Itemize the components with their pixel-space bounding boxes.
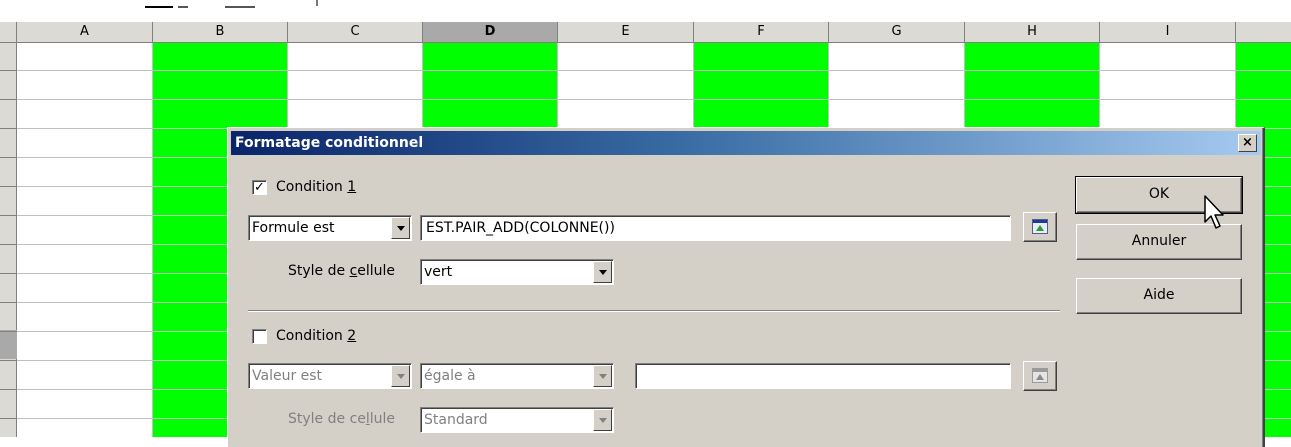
row-header-divider <box>0 302 17 303</box>
column-header-g[interactable]: G <box>829 22 965 43</box>
row-gridline <box>17 70 1291 71</box>
condition-2-label-text: Condition <box>276 328 348 344</box>
row-header-divider <box>0 389 17 390</box>
condition-2-style-label: Style de cellule <box>288 411 395 427</box>
condition-1-checkbox[interactable]: ✓ <box>252 180 267 195</box>
condition-1-label[interactable]: Condition 1 <box>276 179 356 195</box>
column-header-e[interactable]: E <box>558 22 694 43</box>
condition-1-style-select[interactable]: vert <box>420 259 614 285</box>
condition-1-style-value: vert <box>424 264 453 280</box>
row-header-divider <box>0 157 17 158</box>
condition-separator <box>248 310 1060 312</box>
condition-2-style-label-text: Style de ce <box>288 411 366 427</box>
condition-2-operator-select[interactable]: égale à <box>420 363 614 389</box>
row-header-divider <box>0 418 17 419</box>
condition-2-style-value: Standard <box>424 412 488 428</box>
chevron-down-icon[interactable] <box>593 261 612 283</box>
condition-2-shrink-button[interactable] <box>1023 361 1057 391</box>
close-button[interactable]: × <box>1238 134 1257 152</box>
condition-1-label-text: Condition <box>276 179 348 195</box>
condition-2-label-accesskey: 2 <box>347 328 357 344</box>
help-button[interactable]: Aide <box>1076 278 1242 314</box>
condition-2-checkbox[interactable] <box>252 329 267 344</box>
column-header-b[interactable]: B <box>153 22 288 43</box>
dialog-titlebar[interactable]: Formatage conditionnel × <box>231 131 1261 155</box>
row-header-divider <box>0 273 17 274</box>
condition-2-style-label-rest: lule <box>369 411 396 427</box>
condition-1-formula-value: EST.PAIR_ADD(COLONNE()) <box>426 220 615 236</box>
row-header-divider <box>0 70 17 71</box>
condition-2-label[interactable]: Condition 2 <box>276 328 356 344</box>
column-header-h[interactable]: H <box>965 22 1100 43</box>
mouse-pointer-icon <box>1204 195 1224 229</box>
column-header-c[interactable]: C <box>288 22 423 43</box>
condition-1-shrink-button[interactable] <box>1023 212 1057 242</box>
conditional-formatting-dialog: Formatage conditionnel × ✓ Condition 1 F… <box>227 127 1265 447</box>
chevron-down-icon[interactable] <box>593 409 612 431</box>
column-header-a[interactable]: A <box>17 22 153 43</box>
condition-1-type-value: Formule est <box>252 220 335 236</box>
column-header-f[interactable]: F <box>694 22 829 43</box>
condition-1-formula-input[interactable]: EST.PAIR_ADD(COLONNE()) <box>420 215 1011 241</box>
chevron-down-icon[interactable] <box>593 365 612 387</box>
column-header-next[interactable] <box>1236 22 1291 43</box>
close-icon: × <box>1242 135 1253 150</box>
condition-2-type-value: Valeur est <box>252 368 323 384</box>
corner-select-all[interactable] <box>0 22 17 43</box>
shrink-dialog-icon <box>1032 219 1048 234</box>
condition-1-label-accesskey: 1 <box>347 179 357 195</box>
chevron-down-icon[interactable] <box>391 365 410 387</box>
condition-2-style-select[interactable]: Standard <box>420 407 614 433</box>
column-header-i[interactable]: I <box>1100 22 1236 43</box>
condition-1-style-label: Style de cellule <box>288 263 395 279</box>
condition-1-type-select[interactable]: Formule est <box>248 215 412 241</box>
column-header-d[interactable]: D <box>423 22 558 43</box>
row-header-divider <box>0 215 17 216</box>
row-gridline <box>17 99 1291 100</box>
row-header-divider <box>0 244 17 245</box>
column-a-cells[interactable] <box>17 43 153 437</box>
condition-2-operator-value: égale à <box>424 368 476 384</box>
condition-2-type-select[interactable]: Valeur est <box>248 363 412 389</box>
dialog-title: Formatage conditionnel <box>235 135 424 151</box>
chevron-down-icon[interactable] <box>391 217 410 239</box>
condition-2-value-input[interactable] <box>635 363 1011 389</box>
row-header-divider <box>0 128 17 129</box>
row-header-divider <box>0 99 17 100</box>
condition-1-style-label-rest: ellule <box>357 263 396 279</box>
row-header-divider <box>0 186 17 187</box>
condition-1-style-label-text: Style de <box>288 263 350 279</box>
row-header-divider <box>0 360 17 361</box>
row-header-divider <box>0 331 17 332</box>
row-header-selected[interactable] <box>0 330 17 359</box>
row-header-bar[interactable] <box>0 43 17 437</box>
shrink-dialog-icon <box>1032 368 1048 383</box>
check-icon: ✓ <box>254 180 265 195</box>
